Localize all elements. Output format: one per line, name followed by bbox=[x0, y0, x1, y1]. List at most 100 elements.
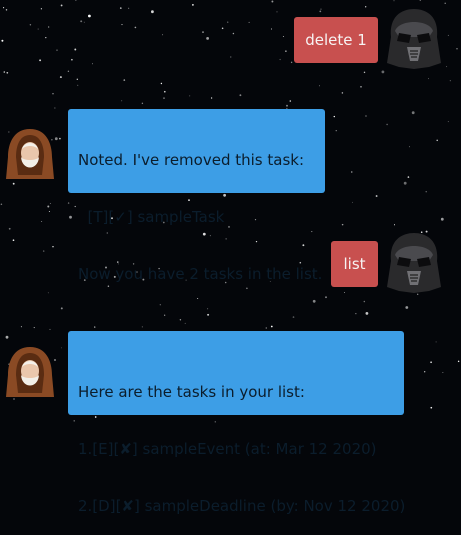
star bbox=[76, 78, 78, 80]
star bbox=[134, 26, 137, 29]
star bbox=[436, 139, 438, 142]
bot-message-bubble: Here are the tasks in your list: 1.[E][✘… bbox=[68, 331, 405, 515]
star bbox=[33, 327, 35, 329]
star bbox=[159, 304, 161, 306]
star bbox=[365, 6, 367, 8]
star bbox=[163, 97, 165, 99]
bot-message-line: Noted. I've removed this task: bbox=[78, 151, 305, 169]
star bbox=[29, 24, 32, 26]
star bbox=[54, 107, 56, 109]
star bbox=[210, 97, 213, 99]
star bbox=[5, 9, 8, 11]
star bbox=[121, 100, 123, 102]
bot-message-line: Here are the tasks in your list: bbox=[78, 383, 305, 401]
user-message-bubble: delete 1 bbox=[294, 17, 378, 63]
star bbox=[91, 63, 94, 65]
star bbox=[123, 79, 126, 81]
robed-jedi-icon bbox=[6, 129, 54, 179]
star bbox=[119, 7, 122, 9]
star bbox=[341, 92, 344, 94]
star bbox=[1, 39, 4, 42]
star bbox=[37, 28, 39, 30]
star bbox=[320, 8, 322, 10]
star bbox=[427, 78, 429, 80]
star bbox=[276, 11, 278, 13]
star bbox=[341, 223, 344, 226]
star bbox=[77, 84, 79, 86]
bot-message-line: [T][✓] sampleTask bbox=[78, 208, 225, 226]
star bbox=[435, 341, 437, 343]
star bbox=[403, 181, 407, 185]
star bbox=[163, 90, 166, 93]
star bbox=[355, 313, 357, 315]
star bbox=[151, 10, 154, 14]
star bbox=[67, 202, 70, 204]
star bbox=[207, 308, 209, 310]
star bbox=[417, 293, 419, 295]
star bbox=[375, 195, 378, 197]
star bbox=[75, 0, 77, 1]
star bbox=[160, 82, 163, 85]
star bbox=[206, 37, 210, 40]
star bbox=[3, 71, 6, 73]
star bbox=[141, 102, 144, 105]
star bbox=[164, 314, 166, 316]
star bbox=[221, 27, 224, 30]
star bbox=[12, 239, 15, 242]
star bbox=[360, 86, 362, 88]
star bbox=[128, 7, 130, 9]
star bbox=[411, 111, 415, 115]
star bbox=[444, 2, 446, 5]
vader-helmet-icon bbox=[387, 9, 441, 69]
star bbox=[363, 300, 366, 303]
star bbox=[88, 14, 91, 18]
star bbox=[449, 80, 451, 82]
star bbox=[162, 34, 164, 36]
star bbox=[45, 36, 47, 39]
user-message-text: delete 1 bbox=[305, 31, 367, 49]
bot-message-bubble: Noted. I've removed this task: [T][✓] sa… bbox=[68, 109, 325, 283]
star bbox=[6, 71, 9, 74]
star bbox=[48, 210, 50, 213]
star bbox=[279, 58, 281, 61]
star bbox=[83, 21, 85, 23]
star bbox=[71, 58, 73, 61]
star bbox=[456, 48, 458, 50]
star bbox=[319, 85, 320, 87]
star bbox=[430, 361, 432, 364]
star bbox=[365, 115, 367, 117]
star bbox=[59, 76, 62, 79]
star bbox=[74, 48, 77, 51]
star bbox=[407, 176, 410, 178]
star bbox=[393, 0, 395, 2]
star bbox=[351, 171, 353, 173]
star bbox=[430, 406, 433, 409]
star bbox=[60, 307, 63, 310]
star bbox=[61, 347, 62, 349]
star bbox=[424, 371, 426, 373]
star bbox=[56, 49, 58, 51]
star bbox=[270, 325, 273, 328]
star bbox=[286, 104, 288, 107]
star bbox=[239, 94, 242, 97]
star bbox=[419, 0, 421, 1]
star bbox=[41, 221, 43, 222]
star bbox=[202, 31, 204, 33]
star bbox=[363, 71, 366, 74]
star bbox=[232, 32, 235, 35]
star bbox=[425, 191, 427, 193]
star bbox=[442, 372, 444, 373]
star bbox=[94, 326, 96, 328]
vader-helmet-icon bbox=[387, 233, 441, 293]
star bbox=[446, 66, 448, 68]
star bbox=[230, 56, 232, 58]
star bbox=[405, 306, 409, 309]
star bbox=[282, 36, 284, 37]
star bbox=[141, 326, 143, 328]
star bbox=[179, 319, 182, 321]
user-message-bubble: list bbox=[331, 241, 378, 287]
user-message-text: list bbox=[343, 255, 366, 273]
star bbox=[52, 246, 54, 248]
star bbox=[289, 100, 292, 102]
star bbox=[39, 59, 42, 62]
